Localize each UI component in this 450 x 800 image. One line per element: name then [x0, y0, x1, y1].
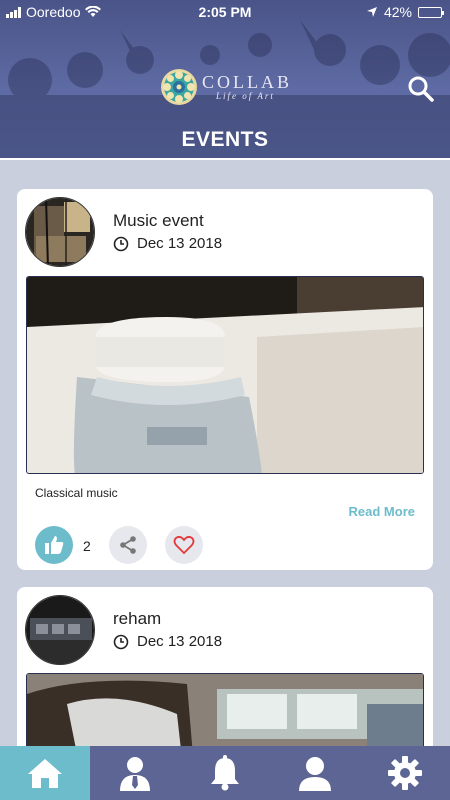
clock-icon	[113, 236, 129, 251]
share-icon	[120, 536, 136, 554]
user-icon	[299, 757, 331, 791]
event-title[interactable]: Music event	[113, 211, 204, 231]
header: Ooredoo 2:05 PM 42% COLLAB Life of Art E…	[0, 0, 450, 160]
bottom-navigation	[0, 746, 450, 800]
events-feed[interactable]: Music event Dec 13 2018 Classical music	[0, 164, 450, 746]
read-more-link[interactable]: Read More	[349, 504, 415, 519]
event-date: Dec 13 2018	[137, 235, 223, 252]
like-count: 2	[83, 538, 91, 554]
battery-icon	[418, 6, 444, 18]
gear-icon	[388, 756, 422, 790]
avatar[interactable]	[25, 197, 95, 267]
status-bar: Ooredoo 2:05 PM 42%	[0, 0, 450, 24]
event-title[interactable]: reham	[113, 609, 161, 629]
app-logo: COLLAB Life of Art	[160, 68, 292, 106]
heart-icon	[173, 535, 195, 555]
mandala-logo-icon	[161, 69, 197, 105]
location-arrow-icon	[366, 7, 377, 17]
person-tie-icon	[120, 757, 150, 791]
nav-notifications[interactable]	[180, 746, 270, 800]
event-card[interactable]: reham Dec 13 2018	[17, 587, 433, 746]
event-date-row: Dec 13 2018	[113, 235, 222, 252]
search-button[interactable]	[406, 74, 436, 104]
nav-home[interactable]	[0, 746, 90, 800]
page-title: EVENTS	[181, 128, 269, 151]
nav-settings[interactable]	[360, 746, 450, 800]
logo-subtitle: Life of Art	[216, 91, 275, 101]
header-divider	[0, 158, 450, 160]
event-date: Dec 13 2018	[137, 633, 223, 650]
event-date-row: Dec 13 2018	[113, 633, 222, 650]
favorite-button[interactable]	[165, 526, 203, 564]
nav-user[interactable]	[270, 746, 360, 800]
clock-icon	[113, 634, 129, 649]
event-image[interactable]	[26, 276, 424, 474]
battery-percent: 42%	[383, 4, 412, 20]
event-description: Classical music	[35, 486, 118, 500]
home-icon	[28, 759, 62, 788]
event-card[interactable]: Music event Dec 13 2018 Classical music	[17, 189, 433, 570]
like-button[interactable]	[35, 526, 73, 564]
share-button[interactable]	[109, 526, 147, 564]
event-image[interactable]	[26, 673, 424, 746]
avatar[interactable]	[25, 595, 95, 665]
search-icon	[408, 76, 434, 102]
nav-profile-business[interactable]	[90, 746, 180, 800]
thumbs-up-icon	[45, 536, 64, 554]
logo-title: COLLAB	[202, 72, 292, 92]
bell-icon	[211, 755, 239, 791]
